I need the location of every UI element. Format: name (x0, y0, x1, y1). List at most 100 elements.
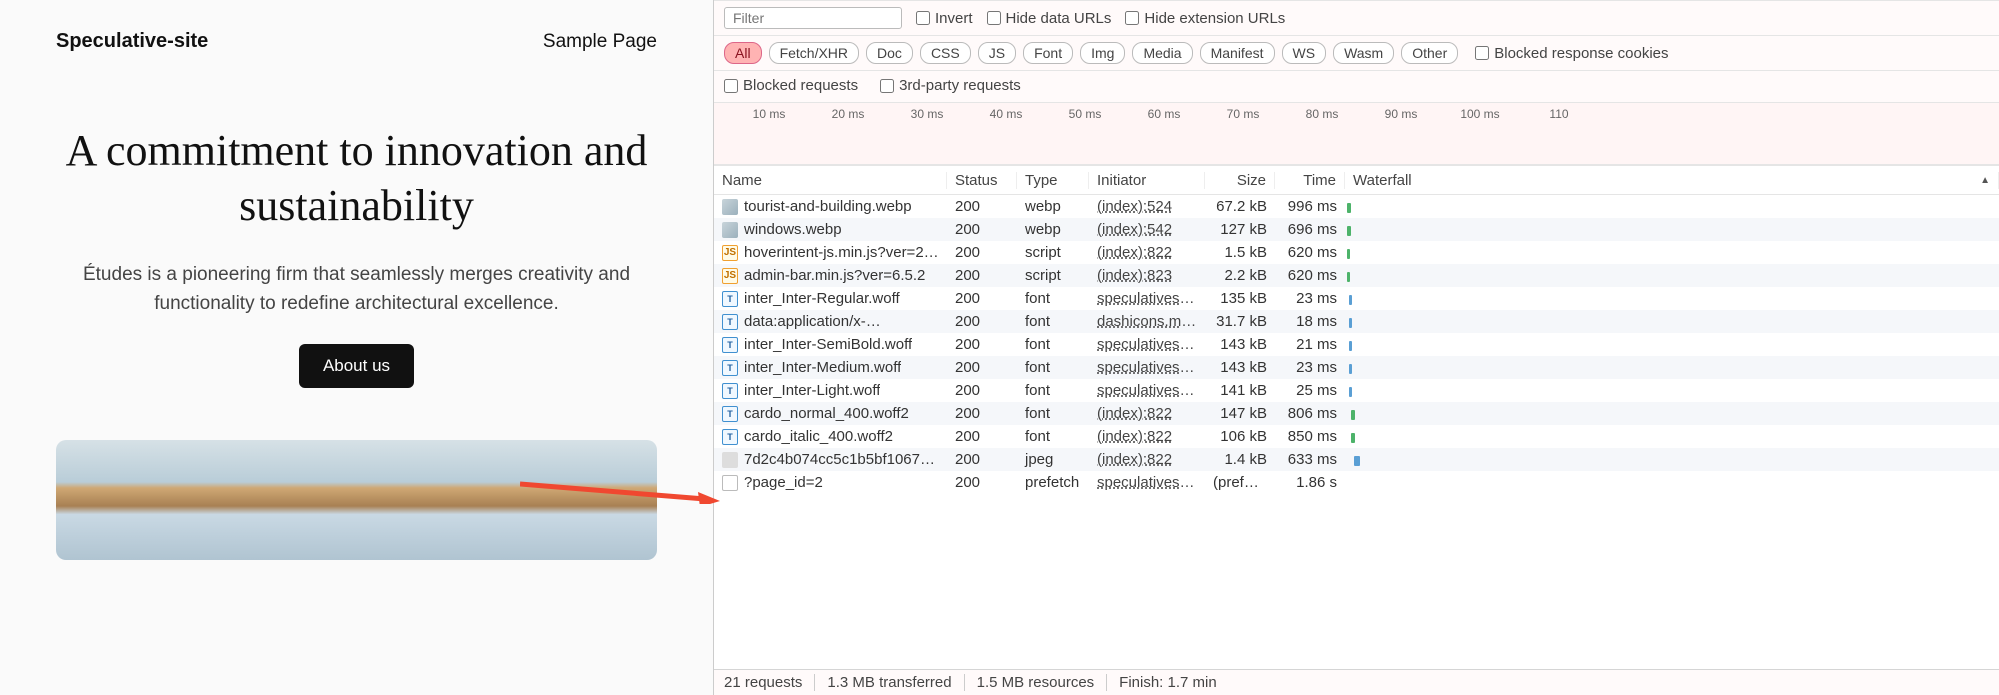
type-filter-fetch-xhr[interactable]: Fetch/XHR (769, 42, 859, 64)
request-type: jpeg (1017, 451, 1089, 468)
col-header-type[interactable]: Type (1017, 172, 1089, 189)
timeline-overview[interactable]: 10 ms20 ms30 ms40 ms50 ms60 ms70 ms80 ms… (714, 103, 1999, 165)
summary-transferred: 1.3 MB transferred (815, 674, 964, 691)
request-size: 106 kB (1205, 428, 1275, 445)
timeline-tick: 100 ms (1460, 107, 1499, 121)
network-request-row[interactable]: ?page_id=2200prefetchspeculativesite.kir… (714, 471, 1999, 494)
file-type-icon: T (722, 337, 738, 353)
request-status: 200 (947, 221, 1017, 238)
timeline-tick: 70 ms (1227, 107, 1260, 121)
col-header-status[interactable]: Status (947, 172, 1017, 189)
network-request-row[interactable]: Tinter_Inter-Medium.woff200fontspeculati… (714, 356, 1999, 379)
summary-finish: Finish: 1.7 min (1107, 674, 1229, 691)
hero-subtitle: Études is a pioneering firm that seamles… (56, 261, 657, 318)
col-header-name[interactable]: Name (714, 172, 947, 189)
network-request-row[interactable]: Tcardo_italic_400.woff2200font(index):82… (714, 425, 1999, 448)
about-us-button[interactable]: About us (299, 344, 414, 388)
type-filter-media[interactable]: Media (1132, 42, 1192, 64)
request-time: 1.86 s (1275, 474, 1345, 491)
request-initiator[interactable]: speculativesite.kir (1089, 336, 1205, 353)
request-size: (prefetc… (1205, 474, 1275, 491)
blocked-response-cookies-checkbox[interactable]: Blocked response cookies (1475, 45, 1668, 62)
request-waterfall (1345, 199, 1999, 215)
timeline-tick: 40 ms (990, 107, 1023, 121)
request-size: 127 kB (1205, 221, 1275, 238)
col-header-initiator[interactable]: Initiator (1089, 172, 1205, 189)
request-status: 200 (947, 474, 1017, 491)
request-waterfall (1345, 337, 1999, 353)
hero-title: A commitment to innovation and sustainab… (56, 123, 657, 233)
file-type-icon: T (722, 406, 738, 422)
network-table-header: Name Status Type Initiator Size Time Wat… (714, 165, 1999, 195)
request-initiator[interactable]: speculativesite.kir (1089, 290, 1205, 307)
network-request-row[interactable]: 7d2c4b074cc5c1b5bf106751cc…200jpeg(index… (714, 448, 1999, 471)
request-name: cardo_italic_400.woff2 (744, 428, 893, 445)
request-time: 996 ms (1275, 198, 1345, 215)
request-status: 200 (947, 428, 1017, 445)
type-filter-doc[interactable]: Doc (866, 42, 913, 64)
timeline-tick: 20 ms (832, 107, 865, 121)
request-type: font (1017, 359, 1089, 376)
network-request-row[interactable]: Tdata:application/x-…200fontdashicons.mi… (714, 310, 1999, 333)
request-name: inter_Inter-Medium.woff (744, 359, 901, 376)
type-filter-font[interactable]: Font (1023, 42, 1073, 64)
file-type-icon: T (722, 360, 738, 376)
devtools-network-panel: Invert Hide data URLs Hide extension URL… (713, 0, 1999, 695)
request-initiator[interactable]: speculativesite.kir (1089, 474, 1205, 491)
type-filter-css[interactable]: CSS (920, 42, 971, 64)
type-filter-all[interactable]: All (724, 42, 762, 64)
request-time: 18 ms (1275, 313, 1345, 330)
network-request-row[interactable]: JShoverintent-js.min.js?ver=2.2.1200scri… (714, 241, 1999, 264)
blocked-requests-checkbox[interactable]: Blocked requests (724, 77, 858, 94)
request-name: ?page_id=2 (744, 474, 823, 491)
col-header-waterfall[interactable]: Waterfall▲ (1345, 172, 1999, 189)
timeline-tick: 50 ms (1069, 107, 1102, 121)
third-party-requests-checkbox[interactable]: 3rd-party requests (880, 77, 1021, 94)
type-filter-img[interactable]: Img (1080, 42, 1125, 64)
request-type: webp (1017, 198, 1089, 215)
network-request-row[interactable]: Tinter_Inter-SemiBold.woff200fontspecula… (714, 333, 1999, 356)
request-type: font (1017, 336, 1089, 353)
request-initiator[interactable]: dashicons.min.css (1089, 313, 1205, 330)
col-header-size[interactable]: Size (1205, 172, 1275, 189)
request-type: font (1017, 428, 1089, 445)
filter-input[interactable] (724, 7, 902, 29)
filter-toolbar: Invert Hide data URLs Hide extension URL… (714, 0, 1999, 36)
site-title[interactable]: Speculative-site (56, 30, 208, 53)
request-time: 633 ms (1275, 451, 1345, 468)
network-request-row[interactable]: Tinter_Inter-Regular.woff200fontspeculat… (714, 287, 1999, 310)
request-initiator[interactable]: (index):823 (1089, 267, 1205, 284)
network-request-row[interactable]: JSadmin-bar.min.js?ver=6.5.2200script(in… (714, 264, 1999, 287)
network-request-row[interactable]: Tcardo_normal_400.woff2200font(index):82… (714, 402, 1999, 425)
file-type-icon: T (722, 383, 738, 399)
file-type-icon: T (722, 291, 738, 307)
request-name: data:application/x-… (744, 313, 881, 330)
type-filter-ws[interactable]: WS (1282, 42, 1327, 64)
request-initiator[interactable]: (index):822 (1089, 428, 1205, 445)
request-initiator[interactable]: speculativesite.kir (1089, 382, 1205, 399)
site-header: Speculative-site Sample Page (56, 30, 657, 53)
request-initiator[interactable]: (index):822 (1089, 451, 1205, 468)
request-size: 1.5 kB (1205, 244, 1275, 261)
request-name: windows.webp (744, 221, 842, 238)
request-initiator[interactable]: (index):542 (1089, 221, 1205, 238)
request-initiator[interactable]: speculativesite.kir (1089, 359, 1205, 376)
request-time: 23 ms (1275, 359, 1345, 376)
network-request-row[interactable]: tourist-and-building.webp200webp(index):… (714, 195, 1999, 218)
type-filter-manifest[interactable]: Manifest (1200, 42, 1275, 64)
type-filter-js[interactable]: JS (978, 42, 1016, 64)
request-waterfall (1345, 429, 1999, 445)
network-request-row[interactable]: windows.webp200webp(index):542127 kB696 … (714, 218, 1999, 241)
invert-checkbox[interactable]: Invert (916, 10, 973, 27)
request-initiator[interactable]: (index):822 (1089, 244, 1205, 261)
request-time: 696 ms (1275, 221, 1345, 238)
type-filter-other[interactable]: Other (1401, 42, 1458, 64)
request-initiator[interactable]: (index):524 (1089, 198, 1205, 215)
type-filter-wasm[interactable]: Wasm (1333, 42, 1394, 64)
request-initiator[interactable]: (index):822 (1089, 405, 1205, 422)
hide-data-urls-checkbox[interactable]: Hide data URLs (987, 10, 1112, 27)
col-header-time[interactable]: Time (1275, 172, 1345, 189)
nav-link-sample-page[interactable]: Sample Page (543, 31, 657, 53)
network-request-row[interactable]: Tinter_Inter-Light.woff200fontspeculativ… (714, 379, 1999, 402)
hide-extension-urls-checkbox[interactable]: Hide extension URLs (1125, 10, 1285, 27)
